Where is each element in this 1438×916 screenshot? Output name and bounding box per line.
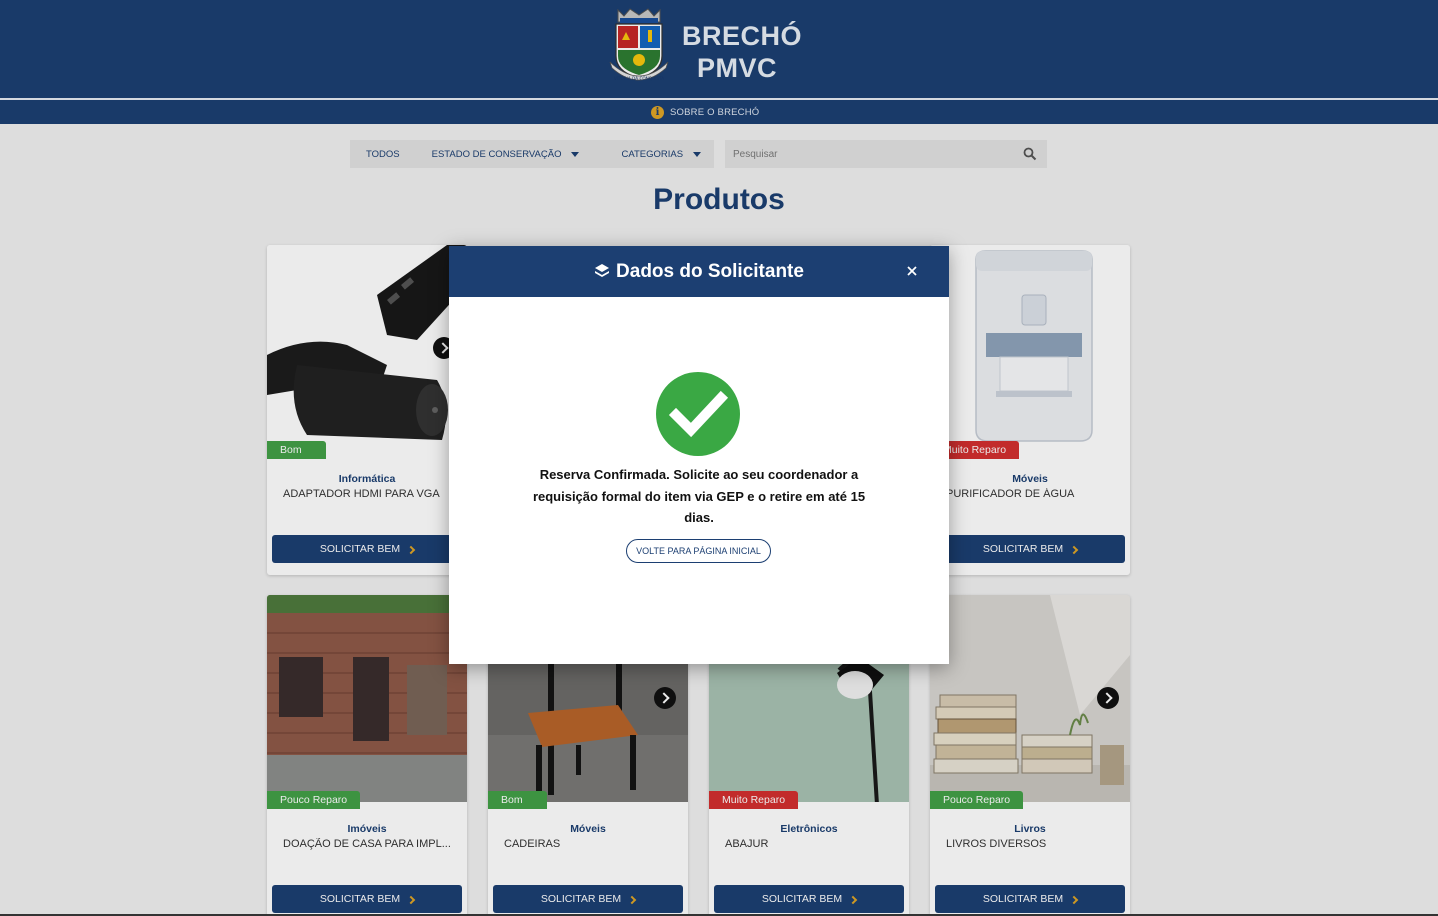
close-icon[interactable] [904, 263, 920, 279]
success-check-icon [656, 372, 740, 456]
dialog-title: Dados do Solicitante [449, 261, 949, 283]
back-to-home-button[interactable]: VOLTE PARA PÁGINA INICIAL [626, 539, 771, 563]
layers-icon [595, 264, 610, 277]
requester-dialog: Dados do Solicitante Reserva Confirmada.… [449, 246, 949, 664]
dialog-title-text: Dados do Solicitante [616, 261, 804, 282]
dialog-header: Dados do Solicitante [449, 246, 949, 297]
confirmation-message: Reserva Confirmada. Solicite ao seu coor… [532, 467, 866, 525]
